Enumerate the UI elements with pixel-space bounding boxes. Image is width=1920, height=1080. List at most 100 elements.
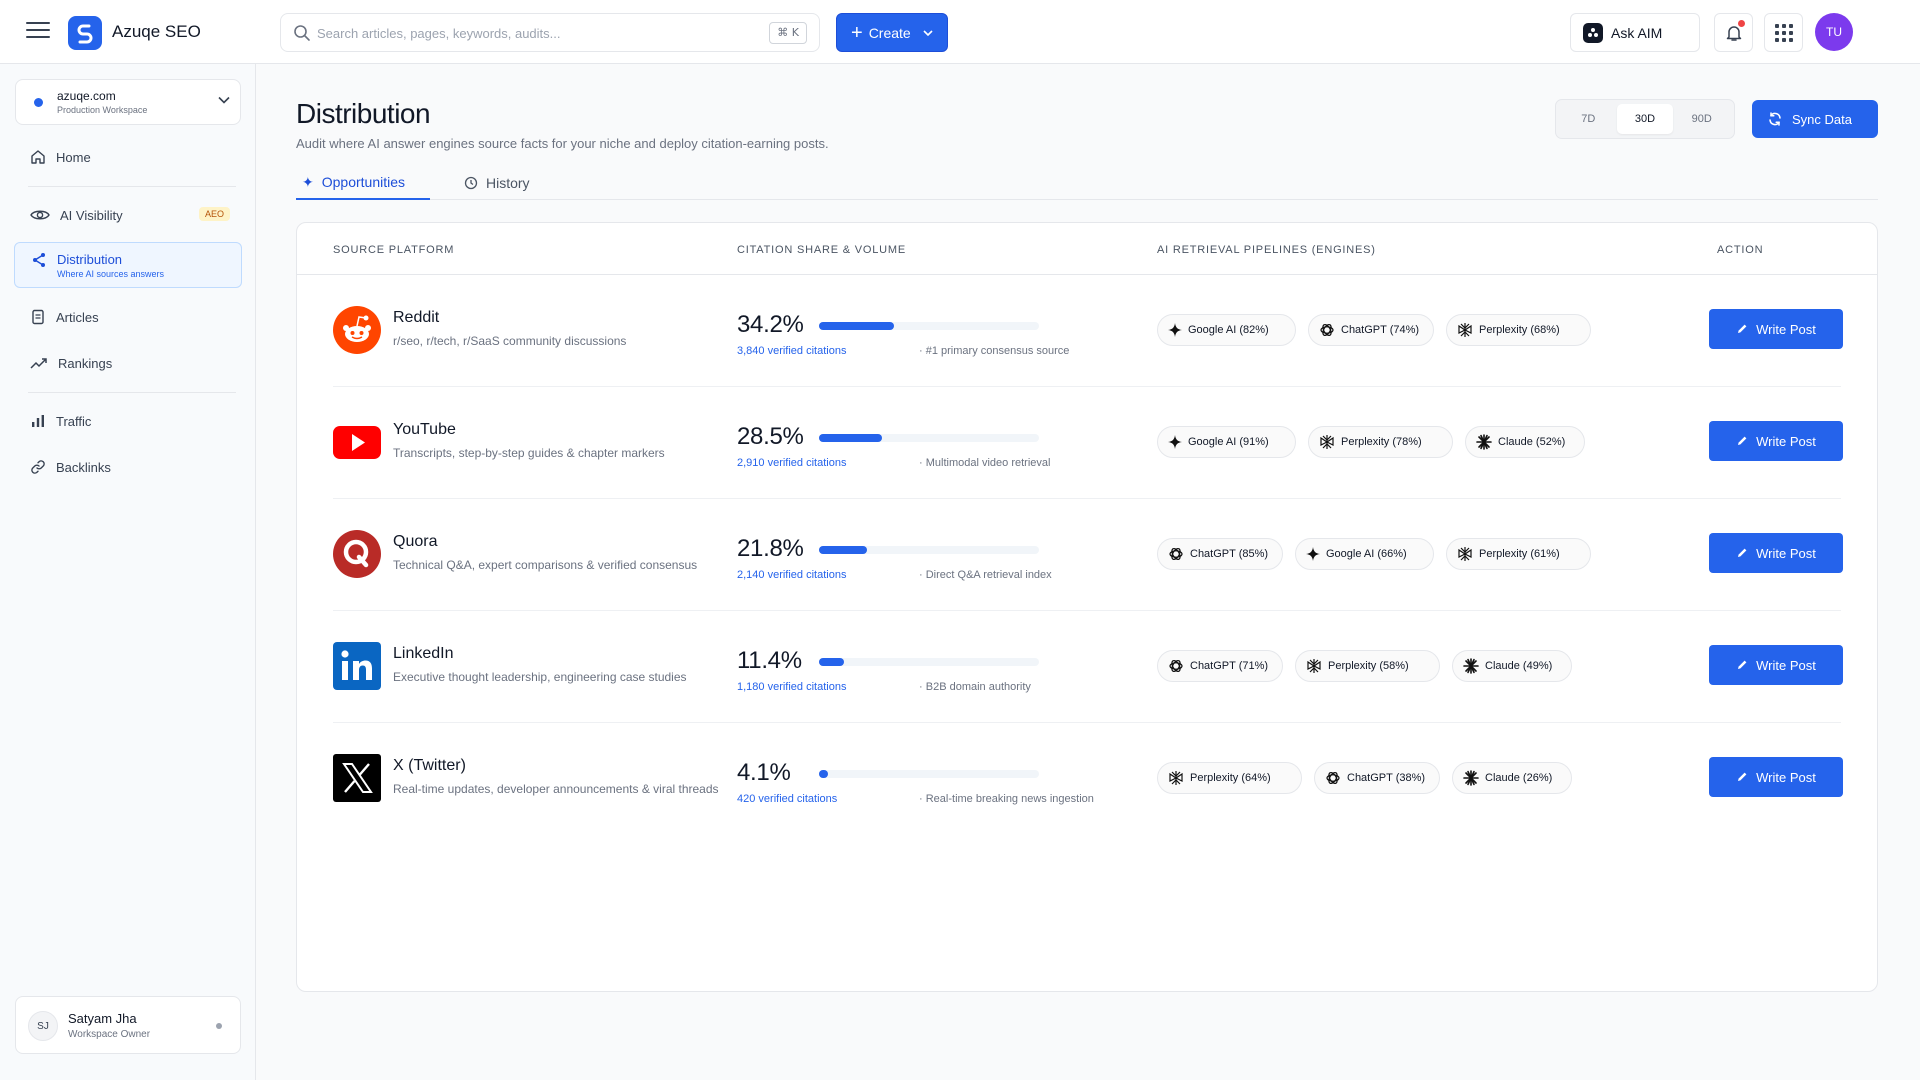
perplexity-icon: [1168, 770, 1190, 786]
ask-aim-button[interactable]: Ask AIM: [1570, 13, 1700, 52]
engine-label: Google AI (91%): [1188, 436, 1269, 448]
engine-pill: ChatGPT (74%): [1308, 314, 1434, 346]
date-range-selector: 7D 30D 90D: [1555, 99, 1735, 139]
sync-data-button[interactable]: Sync Data: [1752, 100, 1878, 138]
platform-description: Executive thought leadership, engineerin…: [393, 670, 687, 684]
menu-icon[interactable]: [26, 22, 50, 42]
google-ai-icon: [1306, 547, 1326, 561]
workspace-switcher[interactable]: azuqe.com Production Workspace: [15, 79, 241, 125]
avatar[interactable]: TU: [1815, 13, 1853, 51]
aeo-badge: AEO: [198, 207, 230, 221]
sync-icon: [1769, 112, 1781, 126]
write-post-button[interactable]: Write Post: [1709, 757, 1843, 797]
trending-up-icon: [30, 358, 47, 369]
sidebar-item-distribution[interactable]: Distribution Where AI sources answers: [14, 242, 242, 288]
chevron-down-icon: [218, 96, 230, 104]
table-row: LinkedIn Executive thought leadership, en…: [333, 611, 1843, 723]
search-shortcut-badge: ⌘ K: [769, 22, 807, 44]
citation-note: Direct Q&A retrieval index: [919, 569, 1052, 581]
sidebar-item-rankings[interactable]: Rankings: [14, 343, 242, 383]
sidebar-item-articles[interactable]: Articles: [14, 297, 242, 337]
search-bar[interactable]: ⌘ K: [280, 13, 820, 52]
workspace-name: azuqe.com: [57, 89, 116, 103]
chatgpt-icon: [1168, 658, 1190, 674]
write-post-button[interactable]: Write Post: [1709, 421, 1843, 461]
user-role: Workspace Owner: [68, 1029, 151, 1040]
verified-citations: 2,910 verified citations: [737, 457, 847, 469]
citation-share: 21.8%: [737, 535, 804, 562]
write-post-label: Write Post: [1756, 545, 1816, 561]
platform-name: Reddit: [393, 309, 440, 326]
citation-share-bar: [819, 546, 1039, 554]
engine-pill: Google AI (66%): [1295, 538, 1434, 570]
engine-pill: Claude (52%): [1465, 426, 1585, 458]
platform-name: LinkedIn: [393, 645, 454, 662]
tab-history[interactable]: History: [464, 166, 530, 200]
citation-share: 11.4%: [737, 647, 802, 674]
bar-chart-icon: [32, 415, 44, 427]
sidebar-item-ai-visibility[interactable]: AI Visibility AEO: [14, 195, 242, 235]
write-post-button[interactable]: Write Post: [1709, 533, 1843, 573]
citation-note: B2B domain authority: [919, 681, 1031, 693]
engine-pill: Perplexity (78%): [1308, 426, 1453, 458]
range-7d-button[interactable]: 7D: [1560, 104, 1617, 134]
user-profile-card[interactable]: SJ Satyam Jha Workspace Owner: [15, 996, 241, 1054]
sidebar-item-label: Backlinks: [56, 459, 111, 475]
notifications-button[interactable]: [1714, 13, 1753, 52]
engine-label: Perplexity (64%): [1190, 772, 1271, 784]
citation-share-bar-fill: [819, 322, 895, 330]
citation-share-bar: [819, 770, 1039, 778]
sidebar-divider: [28, 186, 236, 187]
app-logo-icon[interactable]: [68, 16, 102, 50]
create-button[interactable]: + Create: [836, 13, 948, 52]
claude-icon: [1463, 658, 1485, 674]
engine-pill: Claude (26%): [1452, 762, 1572, 794]
write-post-label: Write Post: [1756, 433, 1816, 449]
engine-pill: Perplexity (68%): [1446, 314, 1591, 346]
perplexity-icon: [1319, 434, 1341, 450]
perplexity-icon: [1457, 322, 1479, 338]
search-input[interactable]: [317, 22, 737, 44]
linkedin-logo: [333, 642, 381, 690]
citation-share-bar-fill: [819, 434, 882, 442]
pencil-icon: [1738, 324, 1747, 333]
perplexity-icon: [1306, 658, 1328, 674]
citation-share-bar: [819, 658, 1039, 666]
ask-aim-label: Ask AIM: [1611, 24, 1663, 41]
sidebar-item-traffic[interactable]: Traffic: [14, 401, 242, 441]
citation-share-bar-fill: [819, 658, 845, 666]
sidebar-divider: [28, 392, 236, 393]
top-bar: Azuqe SEO ⌘ K + Create Ask AIM TU: [0, 0, 1920, 64]
engine-label: ChatGPT (71%): [1190, 660, 1269, 672]
reddit-logo: [333, 306, 381, 354]
platform-name: X (Twitter): [393, 757, 466, 774]
sidebar-item-home[interactable]: Home: [14, 137, 242, 177]
table-row: Quora Technical Q&A, expert comparisons &…: [333, 499, 1843, 611]
citation-note: #1 primary consensus source: [919, 345, 1070, 357]
range-30d-button[interactable]: 30D: [1616, 104, 1674, 134]
citation-note: Real-time breaking news ingestion: [919, 793, 1094, 805]
engine-pill: Perplexity (64%): [1157, 762, 1302, 794]
aim-logo-icon: [1583, 22, 1603, 43]
citation-share-bar: [819, 434, 1039, 442]
write-post-button[interactable]: Write Post: [1709, 309, 1843, 349]
sidebar-item-backlinks[interactable]: Backlinks: [14, 447, 242, 487]
engine-label: ChatGPT (38%): [1347, 772, 1426, 784]
distribution-table: SOURCE PLATFORM CITATION SHARE & VOLUME …: [296, 222, 1878, 992]
write-post-button[interactable]: Write Post: [1709, 645, 1843, 685]
tab-opportunities[interactable]: ✦ Opportunities: [296, 166, 430, 200]
platform-name: YouTube: [393, 421, 456, 438]
range-90d-button[interactable]: 90D: [1673, 104, 1730, 134]
engine-pill: Perplexity (61%): [1446, 538, 1591, 570]
engine-label: Google AI (82%): [1188, 324, 1269, 336]
engine-label: Perplexity (58%): [1328, 660, 1409, 672]
apps-grid-button[interactable]: [1764, 13, 1803, 52]
table-row: X (Twitter) Real-time updates, developer …: [333, 723, 1843, 835]
engine-label: ChatGPT (74%): [1341, 324, 1420, 336]
engine-label: Claude (26%): [1485, 772, 1553, 784]
engine-pill: Google AI (91%): [1157, 426, 1296, 458]
engine-pill: Perplexity (58%): [1295, 650, 1440, 682]
platform-description: r/seo, r/tech, r/SaaS community discussi…: [393, 334, 627, 348]
verified-citations: 420 verified citations: [737, 793, 838, 805]
chatgpt-icon: [1319, 322, 1341, 338]
